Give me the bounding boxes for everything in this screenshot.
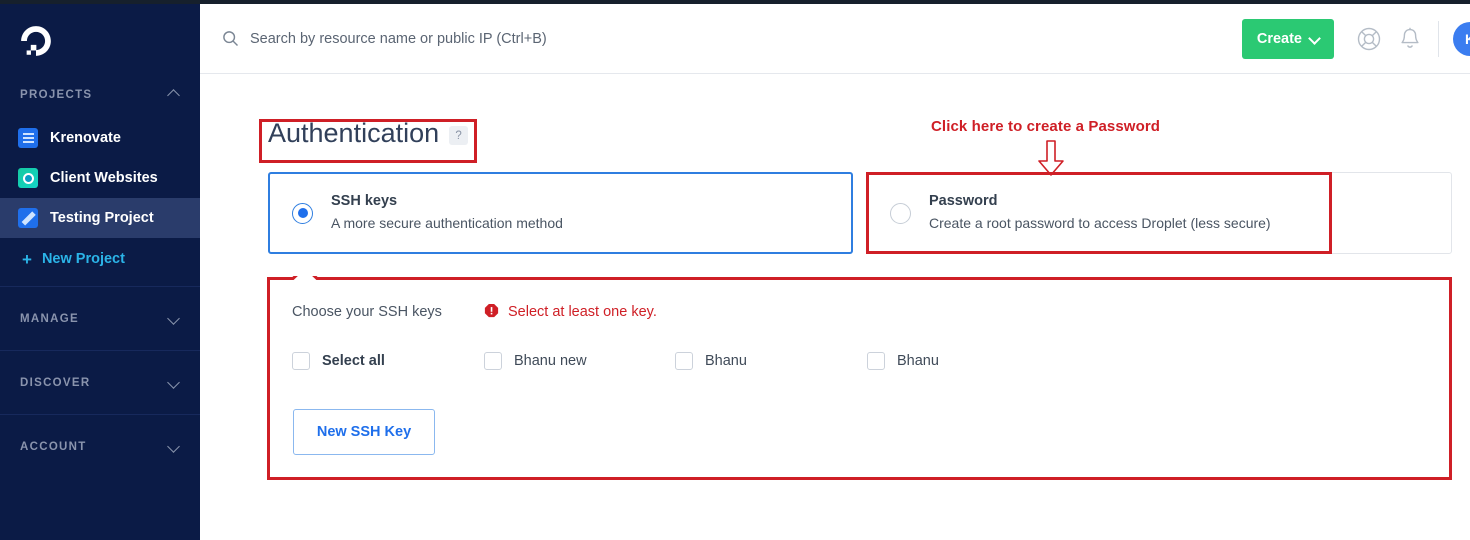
project-circle-icon	[18, 168, 38, 188]
app-root: PROJECTS Krenovate Client Websites Testi…	[0, 0, 1470, 540]
new-project-button[interactable]: + New Project	[0, 238, 200, 280]
checkbox-ssh-key-3[interactable]: Bhanu	[867, 352, 939, 370]
auth-option-text: SSH keys A more secure authentication me…	[331, 192, 563, 235]
new-project-label: New Project	[41, 251, 125, 267]
brand-logo[interactable]	[0, 4, 200, 78]
sidebar: PROJECTS Krenovate Client Websites Testi…	[0, 4, 200, 540]
checkbox-label: Bhanu new	[514, 353, 587, 369]
down-arrow-outline-icon	[1038, 140, 1064, 176]
chevron-down-icon	[169, 377, 180, 388]
create-button-label: Create	[1256, 30, 1302, 47]
ssh-panel-error: Select at least one key.	[483, 303, 657, 320]
sidebar-section-account-label: ACCOUNT	[20, 440, 87, 453]
checkbox-box-icon	[292, 352, 310, 370]
checkbox-ssh-key-1[interactable]: Bhanu new	[484, 352, 587, 370]
search-input[interactable]	[250, 30, 890, 47]
sidebar-section-manage[interactable]: MANAGE	[0, 286, 200, 350]
sidebar-section-projects-label: PROJECTS	[20, 89, 93, 101]
checkbox-ssh-key-2[interactable]: Bhanu	[675, 352, 747, 370]
create-button[interactable]: Create	[1241, 18, 1334, 59]
new-ssh-key-button[interactable]: New SSH Key	[293, 409, 435, 455]
checkbox-box-icon	[675, 352, 693, 370]
header-divider	[1438, 20, 1439, 57]
checkbox-label: Bhanu	[897, 353, 939, 369]
chevron-down-icon	[169, 313, 180, 324]
chevron-up-icon	[169, 90, 180, 101]
sidebar-item-label: Testing Project	[50, 210, 154, 226]
ssh-panel-label: Choose your SSH keys	[292, 304, 442, 320]
auth-option-title: SSH keys	[331, 192, 398, 209]
checkbox-box-icon	[867, 352, 885, 370]
auth-option-title: Password	[929, 192, 998, 209]
help-badge-icon[interactable]: ?	[449, 126, 469, 145]
ssh-keys-panel: Choose your SSH keys Select at least one…	[268, 276, 1452, 480]
radio-ssh-keys[interactable]	[292, 202, 313, 224]
page-title: Authentication	[268, 118, 440, 148]
bell-icon[interactable]	[1397, 26, 1423, 52]
auth-option-text: Password Create a root password to acces…	[929, 192, 1271, 235]
search-bar[interactable]	[222, 19, 1242, 59]
checkbox-select-all[interactable]: Select all	[292, 352, 385, 370]
annotation-callout-text: Click here to create a Password	[931, 118, 1161, 135]
main-content: Authentication ? SSH keys A more secure …	[200, 74, 1470, 540]
project-list-icon	[18, 128, 38, 148]
digitalocean-logo-icon	[21, 26, 51, 56]
error-octagon-icon	[484, 303, 499, 318]
sidebar-item-label: Client Websites	[50, 170, 158, 186]
sidebar-section-manage-label: MANAGE	[20, 312, 79, 325]
plus-icon: +	[22, 249, 32, 269]
sidebar-section-account[interactable]: ACCOUNT	[0, 414, 200, 478]
sidebar-item-testing-project[interactable]: Testing Project	[0, 198, 200, 238]
project-pencil-icon	[18, 208, 38, 228]
sidebar-item-krenovate[interactable]: Krenovate	[0, 118, 200, 158]
sidebar-section-discover-label: DISCOVER	[20, 376, 91, 389]
lifebuoy-help-icon[interactable]	[1356, 26, 1382, 52]
authentication-section-header: Authentication ?	[268, 118, 469, 148]
chevron-down-icon	[1310, 34, 1319, 43]
checkbox-label: Select all	[322, 353, 385, 369]
auth-option-ssh-keys[interactable]: SSH keys A more secure authentication me…	[268, 172, 853, 254]
auth-option-subtitle: Create a root password to access Droplet…	[929, 215, 1271, 232]
search-icon	[223, 31, 238, 46]
chevron-down-icon	[169, 441, 180, 452]
ssh-panel-error-text: Select at least one key.	[508, 303, 657, 320]
project-list: Krenovate Client Websites Testing Projec…	[0, 112, 200, 280]
sidebar-item-label: Krenovate	[50, 130, 121, 146]
avatar[interactable]: K	[1453, 21, 1470, 56]
radio-password[interactable]	[890, 202, 911, 224]
auth-option-subtitle: A more secure authentication method	[331, 215, 563, 232]
sidebar-section-discover[interactable]: DISCOVER	[0, 350, 200, 414]
checkbox-box-icon	[484, 352, 502, 370]
sidebar-item-client-websites[interactable]: Client Websites	[0, 158, 200, 198]
checkbox-label: Bhanu	[705, 353, 747, 369]
auth-option-password[interactable]: Password Create a root password to acces…	[867, 172, 1452, 254]
top-header: Create K	[200, 4, 1470, 74]
sidebar-section-projects[interactable]: PROJECTS	[0, 78, 200, 112]
avatar-initial: K	[1465, 31, 1470, 47]
